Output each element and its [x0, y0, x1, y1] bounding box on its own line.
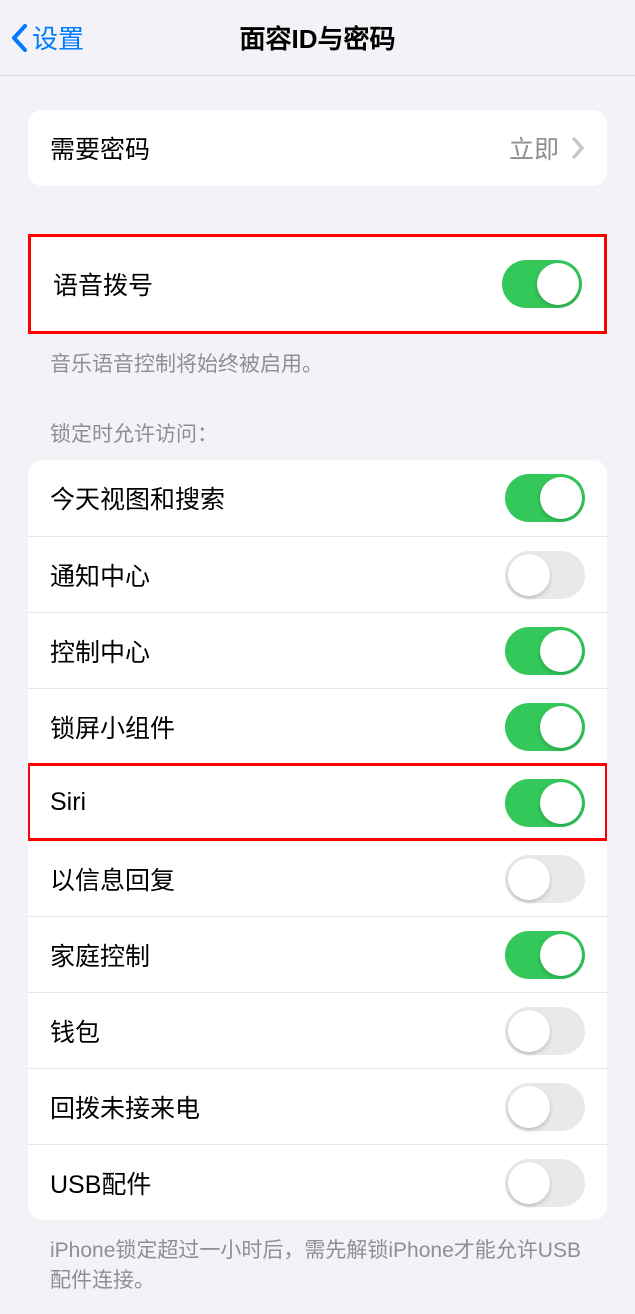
back-label: 设置	[32, 19, 84, 56]
chevron-right-icon	[571, 136, 585, 160]
lock-screen-header: 锁定时允许访问：	[28, 378, 607, 460]
voice-dial-row: 语音拨号	[31, 237, 604, 331]
voice-dial-toggle[interactable]	[502, 260, 582, 308]
home-control-toggle[interactable]	[505, 931, 585, 979]
wallet-label: 钱包	[50, 1013, 100, 1049]
return-missed-calls-toggle[interactable]	[505, 1083, 585, 1131]
require-passcode-label: 需要密码	[50, 130, 150, 166]
return-missed-calls-label: 回拨未接来电	[50, 1089, 200, 1125]
require-passcode-row[interactable]: 需要密码 立即	[28, 110, 607, 186]
home-control-label: 家庭控制	[50, 937, 150, 973]
require-passcode-value: 立即	[509, 130, 559, 166]
notification-center-label: 通知中心	[50, 557, 150, 593]
notification-center-row: 通知中心	[28, 536, 607, 612]
lock-screen-widgets-toggle[interactable]	[505, 703, 585, 751]
home-control-row: 家庭控制	[28, 916, 607, 992]
notification-center-toggle[interactable]	[505, 551, 585, 599]
header-bar: 设置 面容ID与密码	[0, 0, 635, 76]
usb-footnote: iPhone锁定超过一小时后，需先解锁iPhone才能允许USB配件连接。	[28, 1220, 607, 1294]
control-center-row: 控制中心	[28, 612, 607, 688]
chevron-left-icon	[10, 23, 28, 53]
wallet-toggle[interactable]	[505, 1007, 585, 1055]
voice-dial-footnote: 音乐语音控制将始终被启用。	[28, 334, 607, 378]
require-passcode-group: 需要密码 立即	[28, 110, 607, 186]
wallet-row: 钱包	[28, 992, 607, 1068]
usb-accessories-row: USB配件	[28, 1144, 607, 1220]
voice-dial-label: 语音拨号	[53, 266, 153, 302]
today-view-row: 今天视图和搜索	[28, 460, 607, 536]
lock-screen-widgets-label: 锁屏小组件	[50, 709, 175, 745]
page-title: 面容ID与密码	[239, 19, 395, 56]
return-missed-calls-row: 回拨未接来电	[28, 1068, 607, 1144]
control-center-toggle[interactable]	[505, 627, 585, 675]
lock-screen-group: 今天视图和搜索 通知中心 控制中心 锁屏小组件 Siri 以信息回复 家庭控制	[28, 460, 607, 1220]
siri-row: Siri	[28, 764, 607, 840]
siri-label: Siri	[50, 788, 86, 817]
today-view-toggle[interactable]	[505, 474, 585, 522]
today-view-label: 今天视图和搜索	[50, 480, 225, 516]
lock-screen-widgets-row: 锁屏小组件	[28, 688, 607, 764]
voice-dial-group: 语音拨号	[28, 234, 607, 334]
siri-toggle[interactable]	[505, 779, 585, 827]
usb-accessories-label: USB配件	[50, 1165, 151, 1201]
reply-message-label: 以信息回复	[50, 861, 175, 897]
control-center-label: 控制中心	[50, 633, 150, 669]
reply-message-toggle[interactable]	[505, 855, 585, 903]
back-button[interactable]: 设置	[0, 19, 84, 56]
usb-accessories-toggle[interactable]	[505, 1159, 585, 1207]
reply-message-row: 以信息回复	[28, 840, 607, 916]
